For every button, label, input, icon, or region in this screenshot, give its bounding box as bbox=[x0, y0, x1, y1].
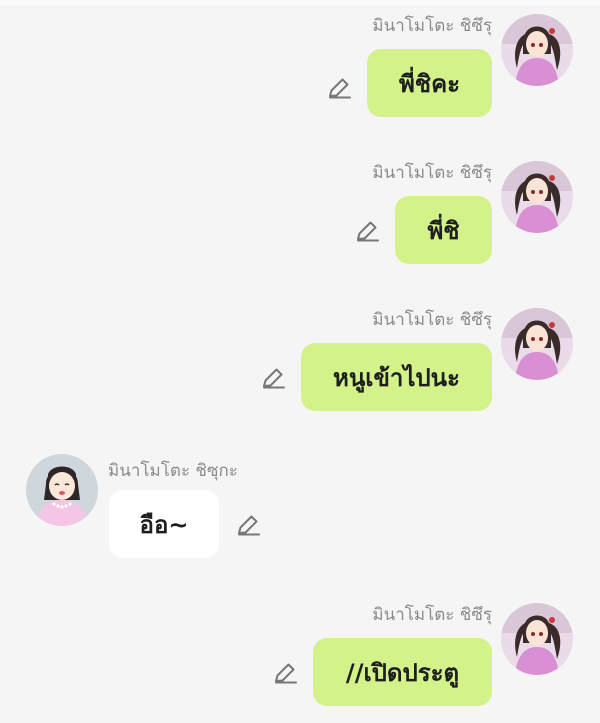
girl-pink-dress-avatar[interactable] bbox=[26, 454, 98, 526]
pencil-edit-icon[interactable] bbox=[235, 512, 261, 538]
sender-name: มินาโมโตะ ชิซึรุ bbox=[372, 16, 492, 36]
girl-twin-tails-avatar[interactable] bbox=[501, 308, 573, 380]
message-text: พี่ชิ bbox=[427, 216, 460, 245]
chat-message-outgoing: มินาโมโตะ ชิซึรุ หนูเข้าไปนะ bbox=[0, 299, 600, 429]
sender-name: มินาโมโตะ ชิซึรุ bbox=[372, 310, 492, 330]
chat-message-incoming: มินาโมโตะ ชิซุกะ อือ~ bbox=[0, 454, 600, 584]
pencil-edit-icon[interactable] bbox=[354, 218, 380, 244]
message-bubble[interactable]: พี่ชิคะ bbox=[367, 49, 492, 117]
pencil-edit-icon[interactable] bbox=[272, 660, 298, 686]
message-bubble[interactable]: พี่ชิ bbox=[395, 196, 492, 264]
chat-message-outgoing: มินาโมโตะ ชิซึรุ พี่ชิ bbox=[0, 152, 600, 282]
message-text: //เปิดประตู bbox=[345, 658, 460, 687]
message-text: อือ~ bbox=[139, 510, 189, 539]
girl-twin-tails-avatar[interactable] bbox=[501, 603, 573, 675]
sender-name: มินาโมโตะ ชิซึรุ bbox=[372, 163, 492, 183]
chat-message-outgoing: มินาโมโตะ ชิซึรุ พี่ชิคะ bbox=[0, 5, 600, 135]
message-bubble[interactable]: อือ~ bbox=[109, 490, 219, 558]
message-bubble[interactable]: หนูเข้าไปนะ bbox=[301, 343, 492, 411]
pencil-edit-icon[interactable] bbox=[260, 365, 286, 391]
pencil-edit-icon[interactable] bbox=[326, 75, 352, 101]
sender-name: มินาโมโตะ ชิซุกะ bbox=[108, 461, 238, 481]
girl-twin-tails-avatar[interactable] bbox=[501, 14, 573, 86]
message-text: พี่ชิคะ bbox=[398, 69, 461, 98]
message-text: หนูเข้าไปนะ bbox=[333, 363, 460, 392]
girl-twin-tails-avatar[interactable] bbox=[501, 161, 573, 233]
chat-message-outgoing: มินาโมโตะ ชิซึรุ //เปิดประตู bbox=[0, 594, 600, 723]
message-bubble[interactable]: //เปิดประตู bbox=[313, 638, 492, 706]
sender-name: มินาโมโตะ ชิซึรุ bbox=[372, 605, 492, 625]
